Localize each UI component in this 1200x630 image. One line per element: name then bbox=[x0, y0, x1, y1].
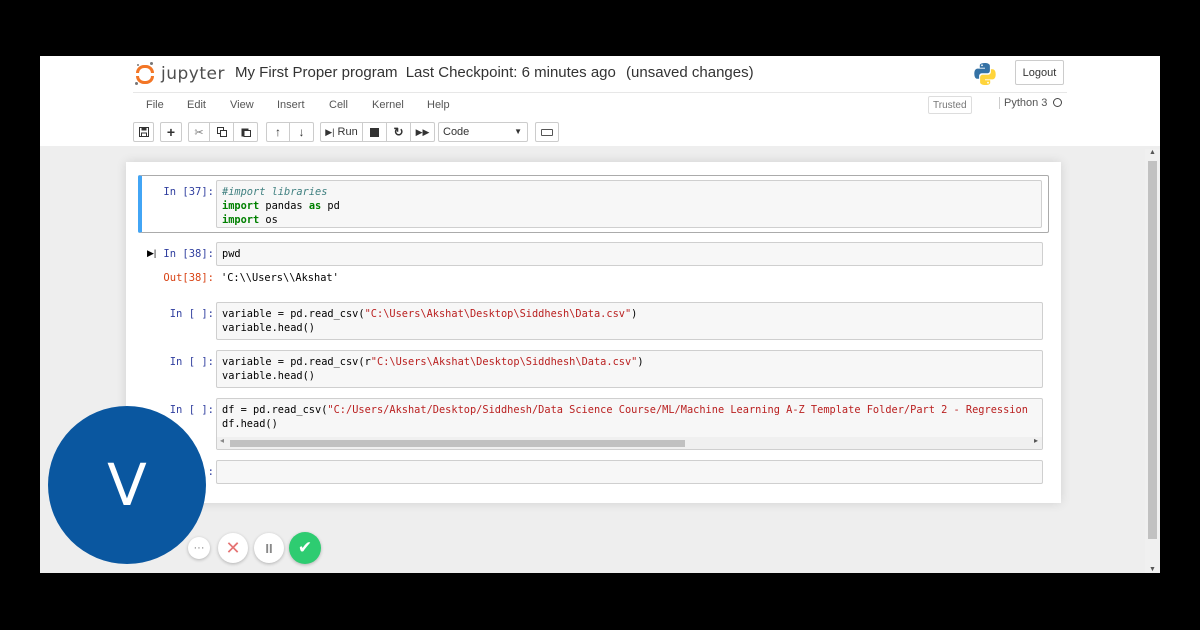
menu-view[interactable]: View bbox=[230, 99, 254, 111]
python-logo-icon bbox=[974, 63, 996, 85]
interrupt-button[interactable] bbox=[363, 122, 387, 142]
code-text: ) bbox=[637, 356, 644, 368]
confirm-button[interactable]: ✔ bbox=[289, 532, 321, 564]
code-text: variable = pd.read_csv( bbox=[222, 308, 365, 320]
stop-icon bbox=[370, 127, 379, 137]
keyboard-icon bbox=[541, 129, 553, 136]
more-button[interactable]: ··· bbox=[188, 537, 210, 559]
jupyter-logo[interactable]: jupyter bbox=[135, 60, 230, 88]
autosave-status: (unsaved changes) bbox=[626, 64, 754, 81]
cell-type-value: Code bbox=[443, 126, 470, 138]
code-text: df = pd.read_csv( bbox=[222, 404, 328, 416]
save-button[interactable] bbox=[133, 122, 154, 142]
scroll-right-icon[interactable]: ▸ bbox=[1034, 436, 1038, 445]
input-prompt: In [ ]: bbox=[169, 356, 214, 368]
menu-bar: File Edit View Insert Cell Kernel Help bbox=[133, 92, 1067, 118]
move-down-button[interactable]: ↓ bbox=[290, 122, 314, 142]
code-string: "C:\Users\Akshat\Desktop\Siddhesh\Data.c… bbox=[370, 356, 638, 368]
plus-icon: + bbox=[166, 124, 176, 140]
cell-input[interactable]: variable = pd.read_csv("C:\Users\Akshat\… bbox=[216, 302, 1043, 340]
cut-icon: ✂ bbox=[194, 126, 204, 139]
kernel-name: Python 3 bbox=[1004, 97, 1048, 109]
run-button[interactable]: ▶| Run bbox=[320, 122, 363, 142]
code-string: "C:/Users/Akshat/Desktop/Siddhesh/Data S… bbox=[327, 404, 1028, 416]
menu-help[interactable]: Help bbox=[427, 99, 450, 111]
copy-button[interactable] bbox=[210, 122, 234, 142]
notebook-name[interactable]: My First Proper program bbox=[235, 64, 398, 81]
step-icon: ▶| bbox=[325, 126, 335, 137]
scrollbar-thumb[interactable] bbox=[1148, 161, 1157, 539]
checkpoint-status: Last Checkpoint: 6 minutes ago bbox=[405, 64, 616, 81]
cell-input[interactable]: variable = pd.read_csv(r"C:\Users\Akshat… bbox=[216, 350, 1043, 388]
fast-forward-icon: ▶▶ bbox=[415, 126, 430, 137]
code-text: variable = pd.read_csv(r bbox=[222, 356, 371, 368]
command-palette-button[interactable] bbox=[535, 122, 559, 142]
menu-cell[interactable]: Cell bbox=[329, 99, 348, 111]
horizontal-scrollbar[interactable]: ◂ ▸ bbox=[217, 436, 1042, 449]
cut-button[interactable]: ✂ bbox=[188, 122, 210, 142]
kernel-idle-icon bbox=[1053, 98, 1063, 107]
menu-insert[interactable]: Insert bbox=[277, 99, 305, 111]
cell-input[interactable]: pwd bbox=[216, 242, 1043, 266]
restart-run-all-button[interactable]: ▶▶ bbox=[411, 122, 435, 142]
code-text: ) bbox=[631, 308, 638, 320]
output-prompt: Out[38]: bbox=[163, 272, 214, 284]
code-line: variable.head() bbox=[222, 322, 315, 334]
scroll-left-icon[interactable]: ◂ bbox=[220, 436, 224, 445]
arrow-down-icon: ↓ bbox=[298, 125, 305, 139]
notebook-title-area: My First Proper program Last Checkpoint:… bbox=[235, 64, 754, 81]
notebook-container: In [37]: #import libraries import pandas… bbox=[126, 162, 1061, 503]
code-string: "C:\Users\Akshat\Desktop\Siddhesh\Data.c… bbox=[364, 308, 632, 320]
cell-output: 'C:\\Users\\Akshat' bbox=[221, 272, 339, 284]
trusted-indicator[interactable]: Trusted bbox=[928, 96, 972, 114]
paste-button[interactable] bbox=[234, 122, 258, 142]
logo-text: jupyter bbox=[161, 64, 225, 84]
cell-input[interactable]: df = pd.read_csv("C:/Users/Akshat/Deskto… bbox=[216, 398, 1043, 450]
paste-icon bbox=[241, 128, 251, 137]
avatar: V bbox=[48, 406, 206, 564]
cell-input[interactable]: #import libraries import pandas as pd im… bbox=[216, 180, 1042, 228]
jupyter-mark-icon bbox=[135, 62, 155, 86]
logout-button[interactable]: Logout bbox=[1015, 60, 1064, 85]
code-line: df.head() bbox=[222, 418, 278, 430]
run-label: Run bbox=[337, 126, 358, 138]
scroll-up-icon[interactable]: ▲ bbox=[1149, 149, 1156, 156]
chevron-down-icon: ▼ bbox=[514, 127, 522, 136]
input-prompt: In [38]: bbox=[163, 248, 214, 260]
scrollbar-thumb[interactable] bbox=[230, 440, 685, 447]
restart-button[interactable]: ↻ bbox=[387, 122, 411, 142]
menu-kernel[interactable]: Kernel bbox=[372, 99, 404, 111]
copy-icon bbox=[216, 127, 227, 137]
menu-file[interactable]: File bbox=[146, 99, 164, 111]
menu-edit[interactable]: Edit bbox=[187, 99, 206, 111]
code-line: import pandas as pd bbox=[222, 200, 340, 212]
save-icon bbox=[138, 127, 149, 137]
pause-button[interactable]: II bbox=[254, 533, 284, 563]
vertical-scrollbar[interactable]: ▲ ▼ bbox=[1145, 149, 1160, 573]
code-comment: #import libraries bbox=[222, 186, 328, 198]
header: jupyter My First Proper program Last Che… bbox=[40, 56, 1160, 146]
jupyter-window: jupyter My First Proper program Last Che… bbox=[40, 56, 1160, 573]
scroll-down-icon[interactable]: ▼ bbox=[1149, 566, 1156, 573]
restart-icon: ↻ bbox=[393, 125, 404, 139]
input-prompt: In [ ]: bbox=[169, 308, 214, 320]
cancel-button[interactable]: ✕ bbox=[218, 533, 248, 563]
code-line: pwd bbox=[222, 248, 241, 260]
arrow-up-icon: ↑ bbox=[275, 125, 281, 139]
input-prompt: In [37]: bbox=[163, 186, 214, 198]
cell-input-empty[interactable] bbox=[216, 460, 1043, 484]
kernel-indicator: Python 3 bbox=[999, 97, 1063, 109]
move-up-button[interactable]: ↑ bbox=[266, 122, 290, 142]
code-line: import os bbox=[222, 214, 278, 226]
insert-cell-button[interactable]: + bbox=[160, 122, 182, 142]
cell-type-select[interactable]: Code ▼ bbox=[438, 122, 528, 142]
code-line: variable.head() bbox=[222, 370, 315, 382]
